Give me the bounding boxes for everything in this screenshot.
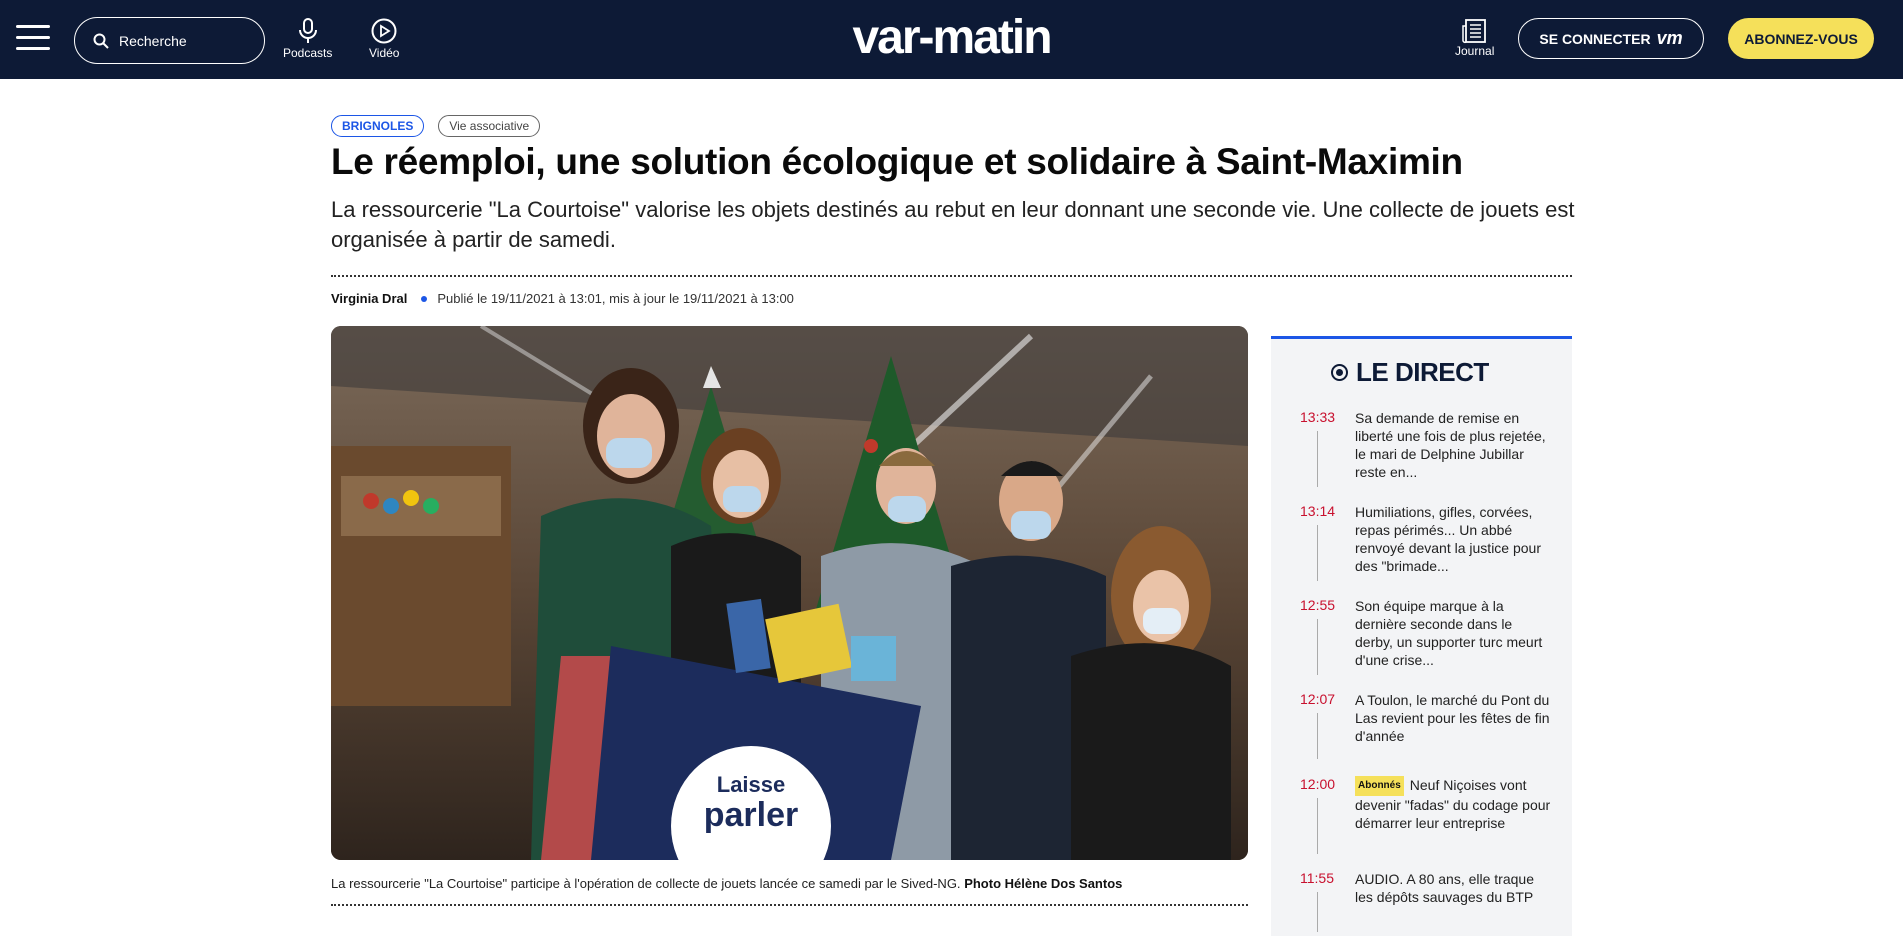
tag-city[interactable]: BRIGNOLES [331, 115, 425, 137]
search-icon [93, 33, 109, 49]
live-feed: LE DIRECT 13:33 Sa demande de remise en … [1271, 336, 1572, 936]
top-navbar: Recherche Podcasts Vidéo var-matin Journ… [0, 0, 1903, 79]
play-circle-icon [371, 18, 397, 44]
tag-category[interactable]: Vie associative [438, 115, 541, 137]
divider [331, 275, 1572, 277]
author-link[interactable]: Virginia Dral [331, 291, 407, 306]
live-item-text: Humiliations, gifles, corvées, repas pér… [1355, 504, 1541, 574]
live-item-text-wrapper: Abonnés Neuf Niçoises vont devenir "fadas… [1355, 776, 1551, 832]
live-item-time: 11:55 [1300, 870, 1334, 886]
photo-illustration: Laisse parler [331, 326, 1248, 860]
journal-link[interactable]: Journal [1455, 18, 1494, 58]
live-item-text: A Toulon, le marché du Pont du Las revie… [1355, 692, 1550, 744]
live-feed-title: LE DIRECT [1331, 357, 1489, 388]
live-item-time: 12:07 [1300, 691, 1336, 707]
vm-brand-icon: vm [1656, 28, 1683, 48]
podcasts-link[interactable]: Podcasts [283, 18, 332, 60]
video-label: Vidéo [369, 46, 400, 60]
video-link[interactable]: Vidéo [369, 18, 399, 60]
login-label: SE CONNECTER [1539, 30, 1651, 47]
live-icon [1331, 364, 1348, 381]
subscribe-button[interactable]: ABONNEZ-VOUS [1728, 18, 1874, 59]
subscribe-label: ABONNEZ-VOUS [1744, 30, 1858, 47]
search-placeholder: Recherche [119, 32, 187, 49]
article-tags: BRIGNOLES Vie associative [331, 115, 541, 137]
article-photo[interactable]: Laisse parler [331, 326, 1248, 860]
article-title: Le réemploi, une solution écologique et … [331, 141, 1463, 182]
timeline-line [1317, 892, 1318, 932]
caption-text: La ressourcerie "La Courtoise" participe… [331, 876, 961, 891]
photo-credit: Photo Hélène Dos Santos [964, 876, 1123, 891]
subscriber-badge: Abonnés [1355, 776, 1404, 796]
timeline-line [1317, 431, 1318, 487]
live-item-time: 12:00 [1300, 776, 1336, 792]
live-item-time: 13:33 [1300, 409, 1336, 425]
live-feed-title-text: LE DIRECT [1356, 357, 1489, 387]
live-item-text: Sa demande de remise en liberté une fois… [1355, 410, 1546, 480]
timeline-line [1317, 525, 1318, 581]
live-item-time: 12:55 [1300, 597, 1336, 613]
article-subtitle: La ressourcerie "La Courtoise" valorise … [331, 197, 1575, 252]
live-item-text: Son équipe marque à la dernière seconde … [1355, 598, 1543, 668]
site-logo[interactable]: var-matin [852, 11, 1052, 64]
box-slogan: Laisse [717, 772, 786, 797]
journal-label: Journal [1455, 44, 1495, 58]
search-input[interactable]: Recherche [74, 17, 265, 64]
photo-caption: La ressourcerie "La Courtoise" participe… [331, 876, 1122, 891]
microphone-icon [298, 18, 317, 43]
login-button[interactable]: SE CONNECTER vm [1518, 18, 1704, 59]
timeline-line [1317, 619, 1318, 675]
live-item-time: 13:14 [1300, 503, 1336, 519]
svg-text:parler: parler [704, 796, 799, 834]
timeline-line [1317, 713, 1318, 759]
publish-date: Publié le 19/11/2021 à 13:01, mis à jour… [437, 291, 794, 306]
menu-icon[interactable] [16, 25, 50, 51]
live-item-text: AUDIO. A 80 ans, elle traque les dépôts … [1355, 871, 1534, 905]
divider [331, 904, 1248, 906]
bullet-icon [421, 295, 428, 302]
podcasts-label: Podcasts [283, 46, 333, 60]
byline: Virginia Dral Publié le 19/11/2021 à 13:… [331, 291, 794, 306]
timeline-line [1317, 798, 1318, 854]
newspaper-icon [1461, 19, 1486, 44]
